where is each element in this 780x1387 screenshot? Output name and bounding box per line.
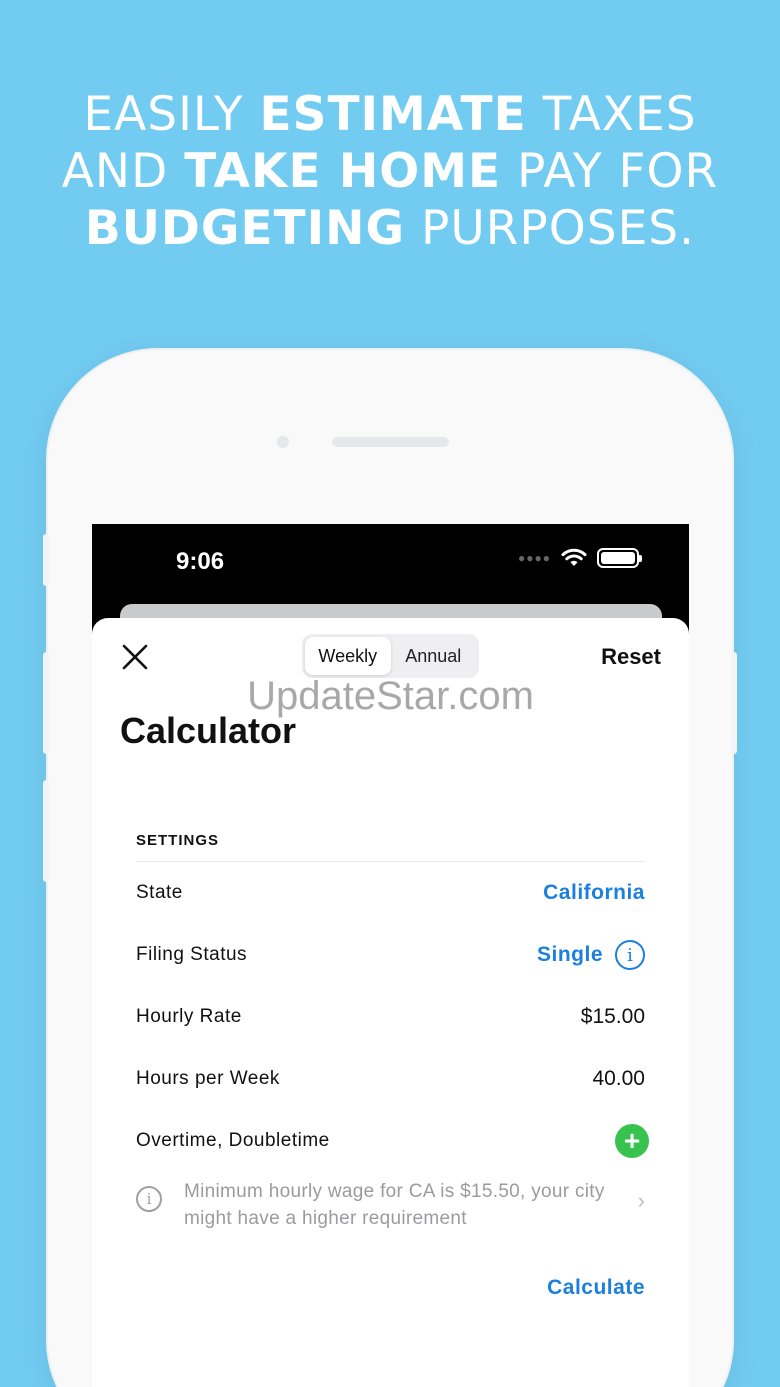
headline-text: EASILY <box>83 87 260 142</box>
phone-power-button <box>731 652 737 754</box>
headline-line-2: AND TAKE HOME PAY FOR <box>0 143 780 200</box>
headline-text: TAXES <box>526 87 697 142</box>
reset-button[interactable]: Reset <box>601 644 661 670</box>
hours-per-week-row[interactable]: Hours per Week 40.00 <box>136 1048 645 1110</box>
calculate-button[interactable]: Calculate <box>547 1276 645 1300</box>
front-camera <box>277 436 289 448</box>
headline-text: PURPOSES. <box>405 201 696 256</box>
filing-status-value-group: Single i <box>537 940 645 970</box>
headline-emphasis: BUDGETING <box>84 201 406 256</box>
overtime-row: Overtime, Doubletime + <box>136 1110 649 1172</box>
overtime-label: Overtime, Doubletime <box>136 1130 330 1151</box>
chevron-right-icon: › <box>637 1188 645 1213</box>
info-icon: i <box>136 1186 162 1212</box>
status-icons: ●●●● <box>518 548 642 568</box>
headline-text: AND <box>61 144 185 199</box>
headline-emphasis: ESTIMATE <box>259 87 527 142</box>
minimum-wage-notice[interactable]: i Minimum hourly wage for CA is $15.50, … <box>136 1178 645 1232</box>
hourly-rate-value[interactable]: $15.00 <box>581 1005 645 1029</box>
page-title: Calculator <box>120 710 297 751</box>
state-value[interactable]: California <box>543 881 645 905</box>
info-icon[interactable]: i <box>615 940 645 970</box>
hours-per-week-label: Hours per Week <box>136 1068 280 1089</box>
headline: EASILY ESTIMATE TAXES AND TAKE HOME PAY … <box>0 86 780 257</box>
signal-dots-icon: ●●●● <box>518 551 551 565</box>
settings-header: SETTINGS <box>136 832 645 862</box>
filing-status-label: Filing Status <box>136 944 248 965</box>
filing-status-value[interactable]: Single <box>537 943 603 967</box>
calculator-sheet: Weekly Annual Reset UpdateStar.com Calcu… <box>92 618 689 1387</box>
hourly-rate-row[interactable]: Hourly Rate $15.00 <box>136 986 645 1048</box>
filing-status-row: Filing Status Single i <box>136 924 645 986</box>
hourly-rate-label: Hourly Rate <box>136 1006 242 1027</box>
notice-text: Minimum hourly wage for CA is $15.50, yo… <box>184 1181 605 1229</box>
phone-screen: 9:06 ●●●● Weekly Annual Reset UpdateStar… <box>92 524 689 1387</box>
state-label: State <box>136 882 183 903</box>
period-segmented-control: Weekly Annual <box>302 634 479 678</box>
phone-volume-down-button <box>43 780 49 882</box>
headline-emphasis: TAKE HOME <box>184 144 502 199</box>
close-icon[interactable] <box>120 642 150 672</box>
hours-per-week-value[interactable]: 40.00 <box>592 1067 645 1091</box>
settings-section: SETTINGS State California Filing Status … <box>136 832 649 1232</box>
state-row: State California <box>136 862 645 924</box>
segment-weekly[interactable]: Weekly <box>305 637 391 675</box>
headline-text: PAY FOR <box>501 144 719 199</box>
segment-annual[interactable]: Annual <box>391 637 477 675</box>
status-time: 9:06 <box>176 548 225 575</box>
headline-line-1: EASILY ESTIMATE TAXES <box>0 86 780 143</box>
add-overtime-button[interactable]: + <box>615 1124 649 1158</box>
earpiece-speaker <box>332 437 449 447</box>
battery-icon <box>597 548 642 568</box>
headline-line-3: BUDGETING PURPOSES. <box>0 200 780 257</box>
phone-volume-up-button <box>43 652 49 754</box>
wifi-icon <box>561 548 587 566</box>
phone-side-button <box>43 534 49 586</box>
